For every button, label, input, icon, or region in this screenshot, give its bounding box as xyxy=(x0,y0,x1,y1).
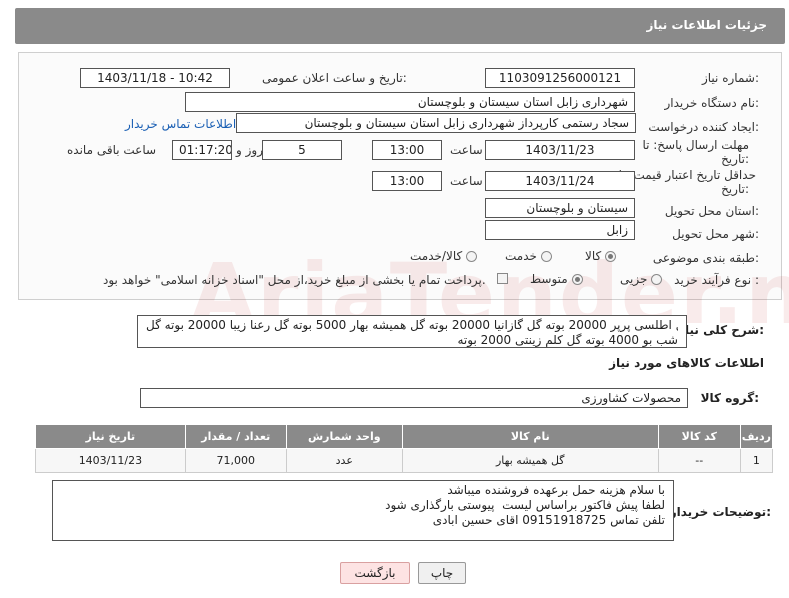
buyer-org-label: نام دستگاه خریدار: xyxy=(664,96,760,110)
row-index: 1 xyxy=(739,448,774,473)
buyer-notes-line-2: لطفا پیش فاکتور براساس لیست پیوستی بارگذ… xyxy=(385,498,665,512)
deadline-time-label: ساعت xyxy=(450,143,483,157)
days-field[interactable]: 5 xyxy=(262,140,342,160)
category-option-goods[interactable]: کالا xyxy=(585,249,617,263)
print-button[interactable]: چاپ xyxy=(418,562,466,584)
days-label: روز و xyxy=(236,143,263,157)
column-header: کد کالا xyxy=(657,424,741,449)
radio-icon[interactable] xyxy=(540,251,552,262)
column-header: تاریخ نیاز xyxy=(35,424,186,449)
goods-table: ردیف کد کالا نام کالا واحد شمارش تعداد /… xyxy=(35,424,774,473)
deadline-label-2: تاریخ: xyxy=(721,152,749,166)
row-name: گل همیشه بهار xyxy=(401,448,659,473)
row-code: -- xyxy=(657,448,741,473)
description-line-2: شب بو 4000 بوته گل کلم زینتی 2000 بوته xyxy=(457,333,679,347)
radio-icon[interactable] xyxy=(651,274,663,285)
radio-selected-icon[interactable] xyxy=(571,274,583,285)
validity-date-field[interactable]: 1403/11/24 xyxy=(485,171,635,191)
goods-section-title: اطلاعات کالاهای مورد نیاز xyxy=(609,356,764,370)
category-option-goods-label: کالا xyxy=(585,249,602,263)
column-header: واحد شمارش xyxy=(285,424,403,449)
remaining-time-field[interactable]: 01:17:20 xyxy=(172,140,232,160)
process-option-small-label: جزیی xyxy=(620,272,648,286)
process-label: نوع فرآیند خرید : xyxy=(674,273,759,287)
goods-group-label: گروه کالا: xyxy=(700,391,759,405)
row-date: 1403/11/23 xyxy=(35,448,186,473)
payment-checkbox[interactable] xyxy=(497,273,508,284)
back-button[interactable]: بازگشت xyxy=(340,562,410,584)
table-row[interactable]: 1 -- گل همیشه بهار عدد 71,000 1403/11/23 xyxy=(35,448,774,473)
process-option-small[interactable]: جزیی xyxy=(620,272,663,286)
buyer-notes-label: توضیحات خریدار: xyxy=(669,505,771,519)
table-header-row: ردیف کد کالا نام کالا واحد شمارش تعداد /… xyxy=(35,424,774,449)
province-field[interactable]: سیستان و بلوچستان xyxy=(485,198,635,218)
city-label: شهر محل تحویل: xyxy=(672,227,759,241)
deadline-time-field[interactable]: 13:00 xyxy=(372,140,442,160)
row-qty: 71,000 xyxy=(184,448,287,473)
category-option-service[interactable]: خدمت xyxy=(505,249,552,263)
validity-time-label: ساعت xyxy=(450,174,483,188)
announce-label: تاریخ و ساعت اعلان عمومی: xyxy=(262,71,407,85)
description-textarea[interactable]: گل اطلسی پرپر 20000 بوته گل گازانیا 2000… xyxy=(137,315,687,348)
need-number-field[interactable]: 1103091256000121 xyxy=(485,68,635,88)
need-number-label: شماره نیاز: xyxy=(701,71,759,85)
deadline-date-field[interactable]: 1403/11/23 xyxy=(485,140,635,160)
radio-selected-icon[interactable] xyxy=(605,251,617,262)
page-header: جزئیات اطلاعات نیاز xyxy=(15,8,785,44)
row-unit: عدد xyxy=(285,448,403,473)
creator-label: ایجاد کننده درخواست: xyxy=(648,120,759,134)
validity-label-1: حداقل تاریخ اعتبار قیمت: تا xyxy=(618,168,756,182)
remaining-label: ساعت باقی مانده xyxy=(67,143,157,157)
process-option-medium[interactable]: متوسط xyxy=(530,272,583,286)
page-title: جزئیات اطلاعات نیاز xyxy=(646,18,767,32)
process-option-medium-label: متوسط xyxy=(530,272,568,286)
goods-group-field[interactable]: محصولات کشاورزی xyxy=(140,388,688,408)
category-option-service-label: خدمت xyxy=(505,249,537,263)
province-label: استان محل تحویل: xyxy=(664,204,759,218)
description-label: شرح کلی نیاز: xyxy=(678,323,764,337)
payment-note: پرداخت تمام یا بخشی از مبلغ خرید،از محل … xyxy=(103,273,486,287)
deadline-label-1: مهلت ارسال پاسخ: تا xyxy=(642,138,749,152)
validity-label-2: تاریخ: xyxy=(721,182,749,196)
buyer-notes-line-3: تلفن تماس 09151918725 اقای حسین ابادی xyxy=(432,513,665,527)
validity-time-field[interactable]: 13:00 xyxy=(372,171,442,191)
buyer-org-field[interactable]: شهرداری زابل استان سیستان و بلوچستان xyxy=(185,92,635,112)
buyer-notes-textarea[interactable]: با سلام هزینه حمل برعهده فروشنده میباشد … xyxy=(52,480,674,541)
category-option-both-label: کالا/خدمت xyxy=(410,249,463,263)
column-header: ردیف xyxy=(739,424,774,449)
column-header: تعداد / مقدار xyxy=(184,424,287,449)
description-line-1: گل اطلسی پرپر 20000 بوته گل گازانیا 2000… xyxy=(146,318,678,332)
announce-field[interactable]: 1403/11/18 - 10:42 xyxy=(80,68,230,88)
category-label: طبقه بندی موضوعی: xyxy=(652,251,759,265)
city-field[interactable]: زابل xyxy=(485,220,635,240)
buyer-contact-link[interactable]: اطلاعات تماس خریدار xyxy=(125,117,236,131)
creator-field[interactable]: سجاد رستمی کارپرداز شهرداری زابل استان س… xyxy=(236,113,636,133)
buyer-notes-line-1: با سلام هزینه حمل برعهده فروشنده میباشد xyxy=(447,483,665,497)
category-option-both[interactable]: کالا/خدمت xyxy=(410,249,478,263)
radio-icon[interactable] xyxy=(466,251,478,262)
column-header: نام کالا xyxy=(401,424,659,449)
